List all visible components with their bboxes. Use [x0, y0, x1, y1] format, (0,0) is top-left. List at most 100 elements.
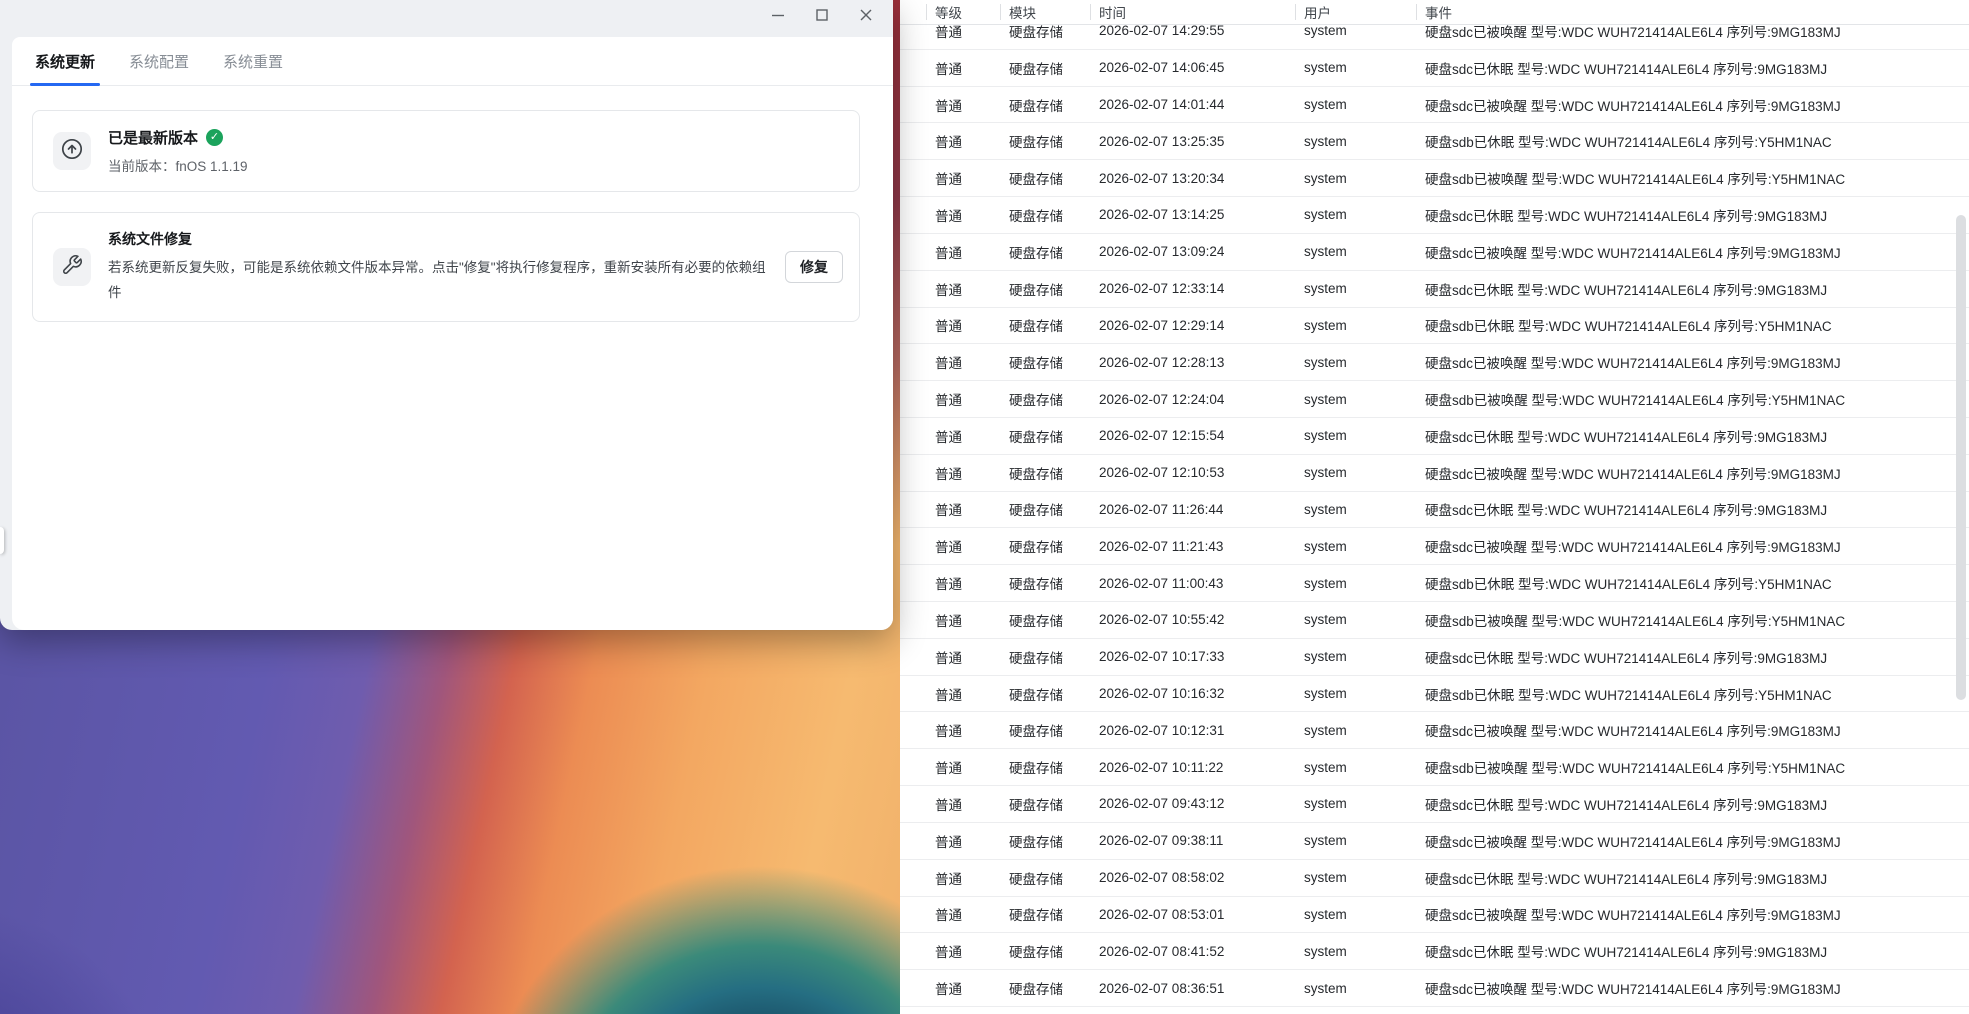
log-cell-level: 普通 [935, 761, 962, 777]
log-cell-event: 硬盘sdb已被唤醒 型号:WDC WUH721414ALE6L4 序列号:Y5H… [1425, 172, 1846, 188]
table-row[interactable]: 普通 硬盘存储 2026-02-07 10:17:33 system 硬盘sdc已休眠 … [900, 639, 1969, 676]
close-button[interactable] [851, 3, 881, 27]
table-row[interactable]: 普通 硬盘存储 2026-02-07 10:16:32 system 硬盘sdb已休眠 … [900, 676, 1969, 713]
log-cell-time: 2026-02-07 11:21:43 [1099, 538, 1224, 554]
table-row[interactable]: 普通 硬盘存储 2026-02-07 08:36:51 system 硬盘sdc已被唤醒… [900, 970, 1969, 1007]
table-row[interactable]: 普通 硬盘存储 2026-02-07 10:55:42 system 硬盘sdb已被唤醒… [900, 602, 1969, 639]
log-cell-module: 硬盘存储 [1009, 540, 1063, 556]
table-row[interactable]: 普通 硬盘存储 2026-02-07 12:33:14 system 硬盘sdc已休眠 … [900, 271, 1969, 308]
vertical-scrollbar-thumb[interactable] [1956, 215, 1966, 700]
log-cell-user: system [1304, 906, 1347, 922]
minimize-icon [771, 8, 785, 22]
log-cell-time: 2026-02-07 08:41:52 [1099, 943, 1225, 959]
log-cell-module: 硬盘存储 [1009, 613, 1063, 629]
column-header-user[interactable]: 用户 [1295, 2, 1416, 22]
table-row[interactable]: 普通 硬盘存储 2026-02-07 13:25:35 system 硬盘sdb已休眠 … [900, 123, 1969, 161]
table-row[interactable]: 普通 硬盘存储 2026-02-07 14:29:55 system 硬盘sdc已被唤醒… [900, 25, 1969, 50]
log-cell-level: 普通 [935, 613, 962, 629]
table-row[interactable]: 普通 硬盘存储 2026-02-07 11:26:44 system 硬盘sdc已休眠 … [900, 492, 1969, 529]
log-cell-user: system [1304, 317, 1347, 333]
log-cell-time: 2026-02-07 09:43:12 [1099, 796, 1225, 812]
log-cell-module: 硬盘存储 [1009, 908, 1063, 924]
log-cell-event: 硬盘sdc已被唤醒 型号:WDC WUH721414ALE6L4 序列号:9MG… [1425, 982, 1841, 998]
tab-system-reset[interactable]: 系统重置 [223, 37, 283, 85]
log-cell-module: 硬盘存储 [1009, 429, 1063, 445]
log-cell-level: 普通 [935, 282, 962, 298]
log-cell-user: system [1304, 133, 1347, 149]
table-row[interactable]: 普通 硬盘存储 2026-02-07 12:24:04 system 硬盘sdb已被唤醒… [900, 381, 1969, 418]
log-cell-module: 硬盘存储 [1009, 245, 1063, 261]
log-cell-event: 硬盘sdc已被唤醒 型号:WDC WUH721414ALE6L4 序列号:9MG… [1425, 245, 1841, 261]
log-cell-user: system [1304, 796, 1347, 812]
table-row[interactable]: 普通 硬盘存储 2026-02-07 08:41:52 system 硬盘sdc已休眠 … [900, 933, 1969, 971]
system-file-repair-card: 系统文件修复 若系统更新反复失败，可能是系统依赖文件版本异常。点击"修复"将执行… [32, 212, 860, 322]
tab-system-config[interactable]: 系统配置 [129, 37, 189, 85]
table-row[interactable]: 普通 硬盘存储 2026-02-07 10:12:31 system 硬盘sdc已被唤醒… [900, 712, 1969, 750]
log-cell-time: 2026-02-07 12:24:04 [1099, 391, 1225, 407]
log-cell-user: system [1304, 649, 1347, 665]
log-cell-module: 硬盘存储 [1009, 761, 1063, 777]
edge-drawer-handle[interactable] [0, 527, 4, 554]
check-badge-icon: ✓ [206, 129, 224, 146]
tab-system-update[interactable]: 系统更新 [29, 37, 101, 86]
log-cell-module: 硬盘存储 [1009, 319, 1063, 335]
minimize-button[interactable] [763, 3, 793, 27]
log-cell-level: 普通 [935, 61, 962, 77]
log-cell-module: 硬盘存储 [1009, 61, 1063, 77]
settings-tabs: 系统更新 系统配置 系统重置 [12, 37, 893, 86]
log-cell-user: system [1304, 465, 1347, 481]
log-cell-time: 2026-02-07 08:58:02 [1099, 870, 1225, 886]
maximize-button[interactable] [807, 3, 837, 27]
log-cell-event: 硬盘sdc已休眠 型号:WDC WUH721414ALE6L4 序列号:9MG1… [1425, 871, 1828, 887]
log-cell-module: 硬盘存储 [1009, 466, 1063, 482]
table-row[interactable]: 普通 硬盘存储 2026-02-07 08:58:02 system 硬盘sdc已休眠 … [900, 860, 1969, 897]
log-cell-module: 硬盘存储 [1009, 98, 1063, 114]
log-cell-event: 硬盘sdb已被唤醒 型号:WDC WUH721414ALE6L4 序列号:Y5H… [1425, 393, 1846, 409]
update-card-body: 已是最新版本 ✓ 当前版本：fnOS 1.1.19 [108, 127, 843, 175]
log-cell-level: 普通 [935, 650, 962, 666]
log-cell-event: 硬盘sdc已被唤醒 型号:WDC WUH721414ALE6L4 序列号:9MG… [1425, 540, 1841, 556]
table-row[interactable]: 普通 硬盘存储 2026-02-07 13:14:25 system 硬盘sdc已休眠 … [900, 197, 1969, 234]
log-cell-time: 2026-02-07 11:00:43 [1099, 575, 1224, 591]
table-row[interactable]: 普通 硬盘存储 2026-02-07 10:11:22 system 硬盘sdb已被唤醒… [900, 749, 1969, 787]
column-header-event[interactable]: 事件 [1416, 2, 1969, 22]
table-row[interactable]: 普通 硬盘存储 2026-02-07 09:43:12 system 硬盘sdc已休眠 … [900, 786, 1969, 823]
table-row[interactable]: 普通 硬盘存储 2026-02-07 14:01:44 system 硬盘sdc已被唤醒… [900, 87, 1969, 124]
log-cell-event: 硬盘sdc已被唤醒 型号:WDC WUH721414ALE6L4 序列号:9MG… [1425, 834, 1841, 850]
log-cell-user: system [1304, 25, 1347, 39]
table-row[interactable]: 普通 硬盘存储 2026-02-07 11:00:43 system 硬盘sdb已休眠 … [900, 565, 1969, 602]
table-row[interactable]: 普通 硬盘存储 2026-02-07 12:28:13 system 硬盘sdc已被唤醒… [900, 344, 1969, 382]
table-row[interactable]: 普通 硬盘存储 2026-02-07 08:53:01 system 硬盘sdc已被唤醒… [900, 897, 1969, 934]
log-cell-level: 普通 [935, 25, 962, 40]
log-cell-module: 硬盘存储 [1009, 356, 1063, 372]
log-cell-time: 2026-02-07 12:10:53 [1099, 465, 1225, 481]
log-cell-user: system [1304, 501, 1347, 517]
table-row[interactable]: 普通 硬盘存储 2026-02-07 12:10:53 system 硬盘sdc已被唤醒… [900, 455, 1969, 492]
column-header-level[interactable]: 等级 [926, 2, 1000, 22]
current-version-text: 当前版本：fnOS 1.1.19 [108, 159, 248, 174]
log-cell-time: 2026-02-07 13:20:34 [1099, 170, 1225, 186]
table-row[interactable]: 普通 硬盘存储 2026-02-07 13:20:34 system 硬盘sdb已被唤醒… [900, 160, 1969, 198]
log-cell-event: 硬盘sdb已被唤醒 型号:WDC WUH721414ALE6L4 序列号:Y5H… [1425, 613, 1846, 629]
table-row[interactable]: 普通 硬盘存储 2026-02-07 11:21:43 system 硬盘sdc已被唤醒… [900, 528, 1969, 566]
repair-card-title: 系统文件修复 [108, 231, 192, 247]
log-cell-event: 硬盘sdb已被唤醒 型号:WDC WUH721414ALE6L4 序列号:Y5H… [1425, 761, 1846, 777]
log-cell-user: system [1304, 170, 1347, 186]
table-row[interactable]: 普通 硬盘存储 2026-02-07 13:09:24 system 硬盘sdc已被唤醒… [900, 234, 1969, 271]
column-header-time[interactable]: 时间 [1090, 2, 1295, 22]
column-header-module[interactable]: 模块 [1000, 2, 1090, 22]
log-cell-event: 硬盘sdc已休眠 型号:WDC WUH721414ALE6L4 序列号:9MG1… [1425, 503, 1828, 519]
log-cell-user: system [1304, 833, 1347, 849]
log-cell-time: 2026-02-07 13:09:24 [1099, 244, 1225, 260]
table-row[interactable]: 普通 硬盘存储 2026-02-07 12:15:54 system 硬盘sdc已休眠 … [900, 418, 1969, 455]
repair-button[interactable]: 修复 [785, 251, 843, 283]
log-cell-event: 硬盘sdc已休眠 型号:WDC WUH721414ALE6L4 序列号:9MG1… [1425, 945, 1828, 961]
table-row[interactable]: 普通 硬盘存储 2026-02-07 12:29:14 system 硬盘sdb已休眠 … [900, 308, 1969, 345]
table-row[interactable]: 普通 硬盘存储 2026-02-07 14:06:45 system 硬盘sdc已休眠 … [900, 50, 1969, 87]
log-cell-level: 普通 [935, 797, 962, 813]
table-row[interactable]: 普通 硬盘存储 2026-02-07 09:38:11 system 硬盘sdc已被唤醒… [900, 823, 1969, 860]
arrow-up-circle-icon [60, 137, 84, 166]
log-cell-user: system [1304, 428, 1347, 444]
close-icon [859, 8, 873, 22]
log-cell-time: 2026-02-07 12:28:13 [1099, 354, 1225, 370]
